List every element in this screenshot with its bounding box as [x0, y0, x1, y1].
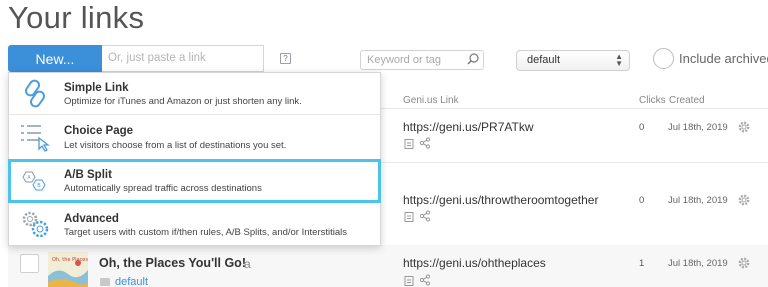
- page-title: Your links: [8, 0, 145, 35]
- menu-item-title: Advanced: [64, 213, 119, 225]
- row-3-clicks: 1: [639, 258, 645, 269]
- include-archived-radio[interactable]: [653, 48, 674, 69]
- include-archived-label[interactable]: Include archived: [679, 51, 768, 66]
- menu-item-title: Simple Link: [64, 82, 129, 94]
- select-arrows-icon: ▲ ▼: [615, 52, 623, 68]
- search-icon[interactable]: [466, 52, 480, 66]
- folder-filter-select[interactable]: default ▲ ▼: [516, 50, 630, 71]
- menu-item-desc: Automatically spread traffic across dest…: [64, 183, 262, 194]
- row-1-created: Jul 18th, 2019: [668, 122, 728, 133]
- row-1-url[interactable]: https://geni.us/PR7ATkw: [403, 120, 534, 134]
- column-header-clicks: Clicks: [639, 95, 666, 106]
- row-3-folder[interactable]: default: [115, 276, 148, 287]
- row-3-actions: [404, 274, 431, 286]
- menu-item-ab-split[interactable]: A B A/B Split Automatically spread traff…: [8, 159, 381, 203]
- link-chain-icon: [24, 79, 46, 108]
- column-header-created: Created: [669, 95, 705, 106]
- clipboard-icon[interactable]: [404, 138, 414, 149]
- gears-icon: [22, 211, 49, 238]
- svg-text:Oh, the Places: Oh, the Places: [52, 257, 88, 263]
- row-3-created: Jul 18th, 2019: [668, 258, 728, 269]
- row-2-actions: [404, 210, 431, 222]
- clipboard-icon[interactable]: [404, 275, 414, 286]
- row-3-url[interactable]: https://geni.us/ohtheplaces: [403, 256, 546, 270]
- row-3-title[interactable]: Oh, the Places You'll Go!: [99, 256, 246, 270]
- book-thumbnail[interactable]: Oh, the Places: [48, 252, 88, 287]
- row-2-clicks: 0: [639, 195, 645, 206]
- gear-icon[interactable]: [737, 120, 751, 134]
- menu-item-desc: Optimize for iTunes and Amazon or just s…: [64, 96, 302, 107]
- menu-item-simple-link[interactable]: Simple Link Optimize for iTunes and Amaz…: [9, 73, 380, 115]
- share-icon[interactable]: [419, 210, 431, 222]
- ab-letter-b: B: [37, 183, 41, 189]
- menu-item-title: A/B Split: [64, 169, 112, 181]
- gear-icon[interactable]: [737, 193, 751, 207]
- folder-icon: [100, 278, 110, 286]
- row-1-clicks: 0: [639, 122, 645, 133]
- column-header-link: Geni.us Link: [403, 95, 459, 106]
- new-link-menu: Simple Link Optimize for iTunes and Amaz…: [8, 72, 381, 246]
- choice-list-icon: [21, 125, 50, 152]
- amazon-icon: a: [244, 257, 251, 271]
- gear-icon[interactable]: [737, 256, 751, 270]
- menu-item-title: Choice Page: [64, 125, 134, 137]
- paste-link-input[interactable]: Or, just paste a link: [102, 45, 264, 72]
- help-icon[interactable]: ?: [280, 53, 291, 64]
- ab-letter-a: A: [27, 175, 31, 181]
- row-1-actions: [404, 137, 431, 149]
- new-link-button[interactable]: New...: [8, 45, 102, 72]
- menu-item-advanced[interactable]: Advanced Target users with custom if/the…: [9, 203, 380, 246]
- share-icon[interactable]: [419, 274, 431, 286]
- clipboard-icon[interactable]: [404, 211, 414, 222]
- menu-item-desc: Target users with custom if/then rules, …: [64, 227, 348, 238]
- ab-split-icon: A B: [22, 171, 46, 191]
- row-2-created: Jul 18th, 2019: [668, 195, 728, 206]
- row-2-url[interactable]: https://geni.us/throwtheroomtogether: [403, 193, 598, 207]
- menu-item-choice-page[interactable]: Choice Page Let visitors choose from a l…: [9, 115, 380, 160]
- menu-item-desc: Let visitors choose from a list of desti…: [64, 140, 287, 151]
- share-icon[interactable]: [419, 137, 431, 149]
- folder-filter-value: default: [527, 54, 561, 66]
- row-3-checkbox[interactable]: [20, 254, 39, 273]
